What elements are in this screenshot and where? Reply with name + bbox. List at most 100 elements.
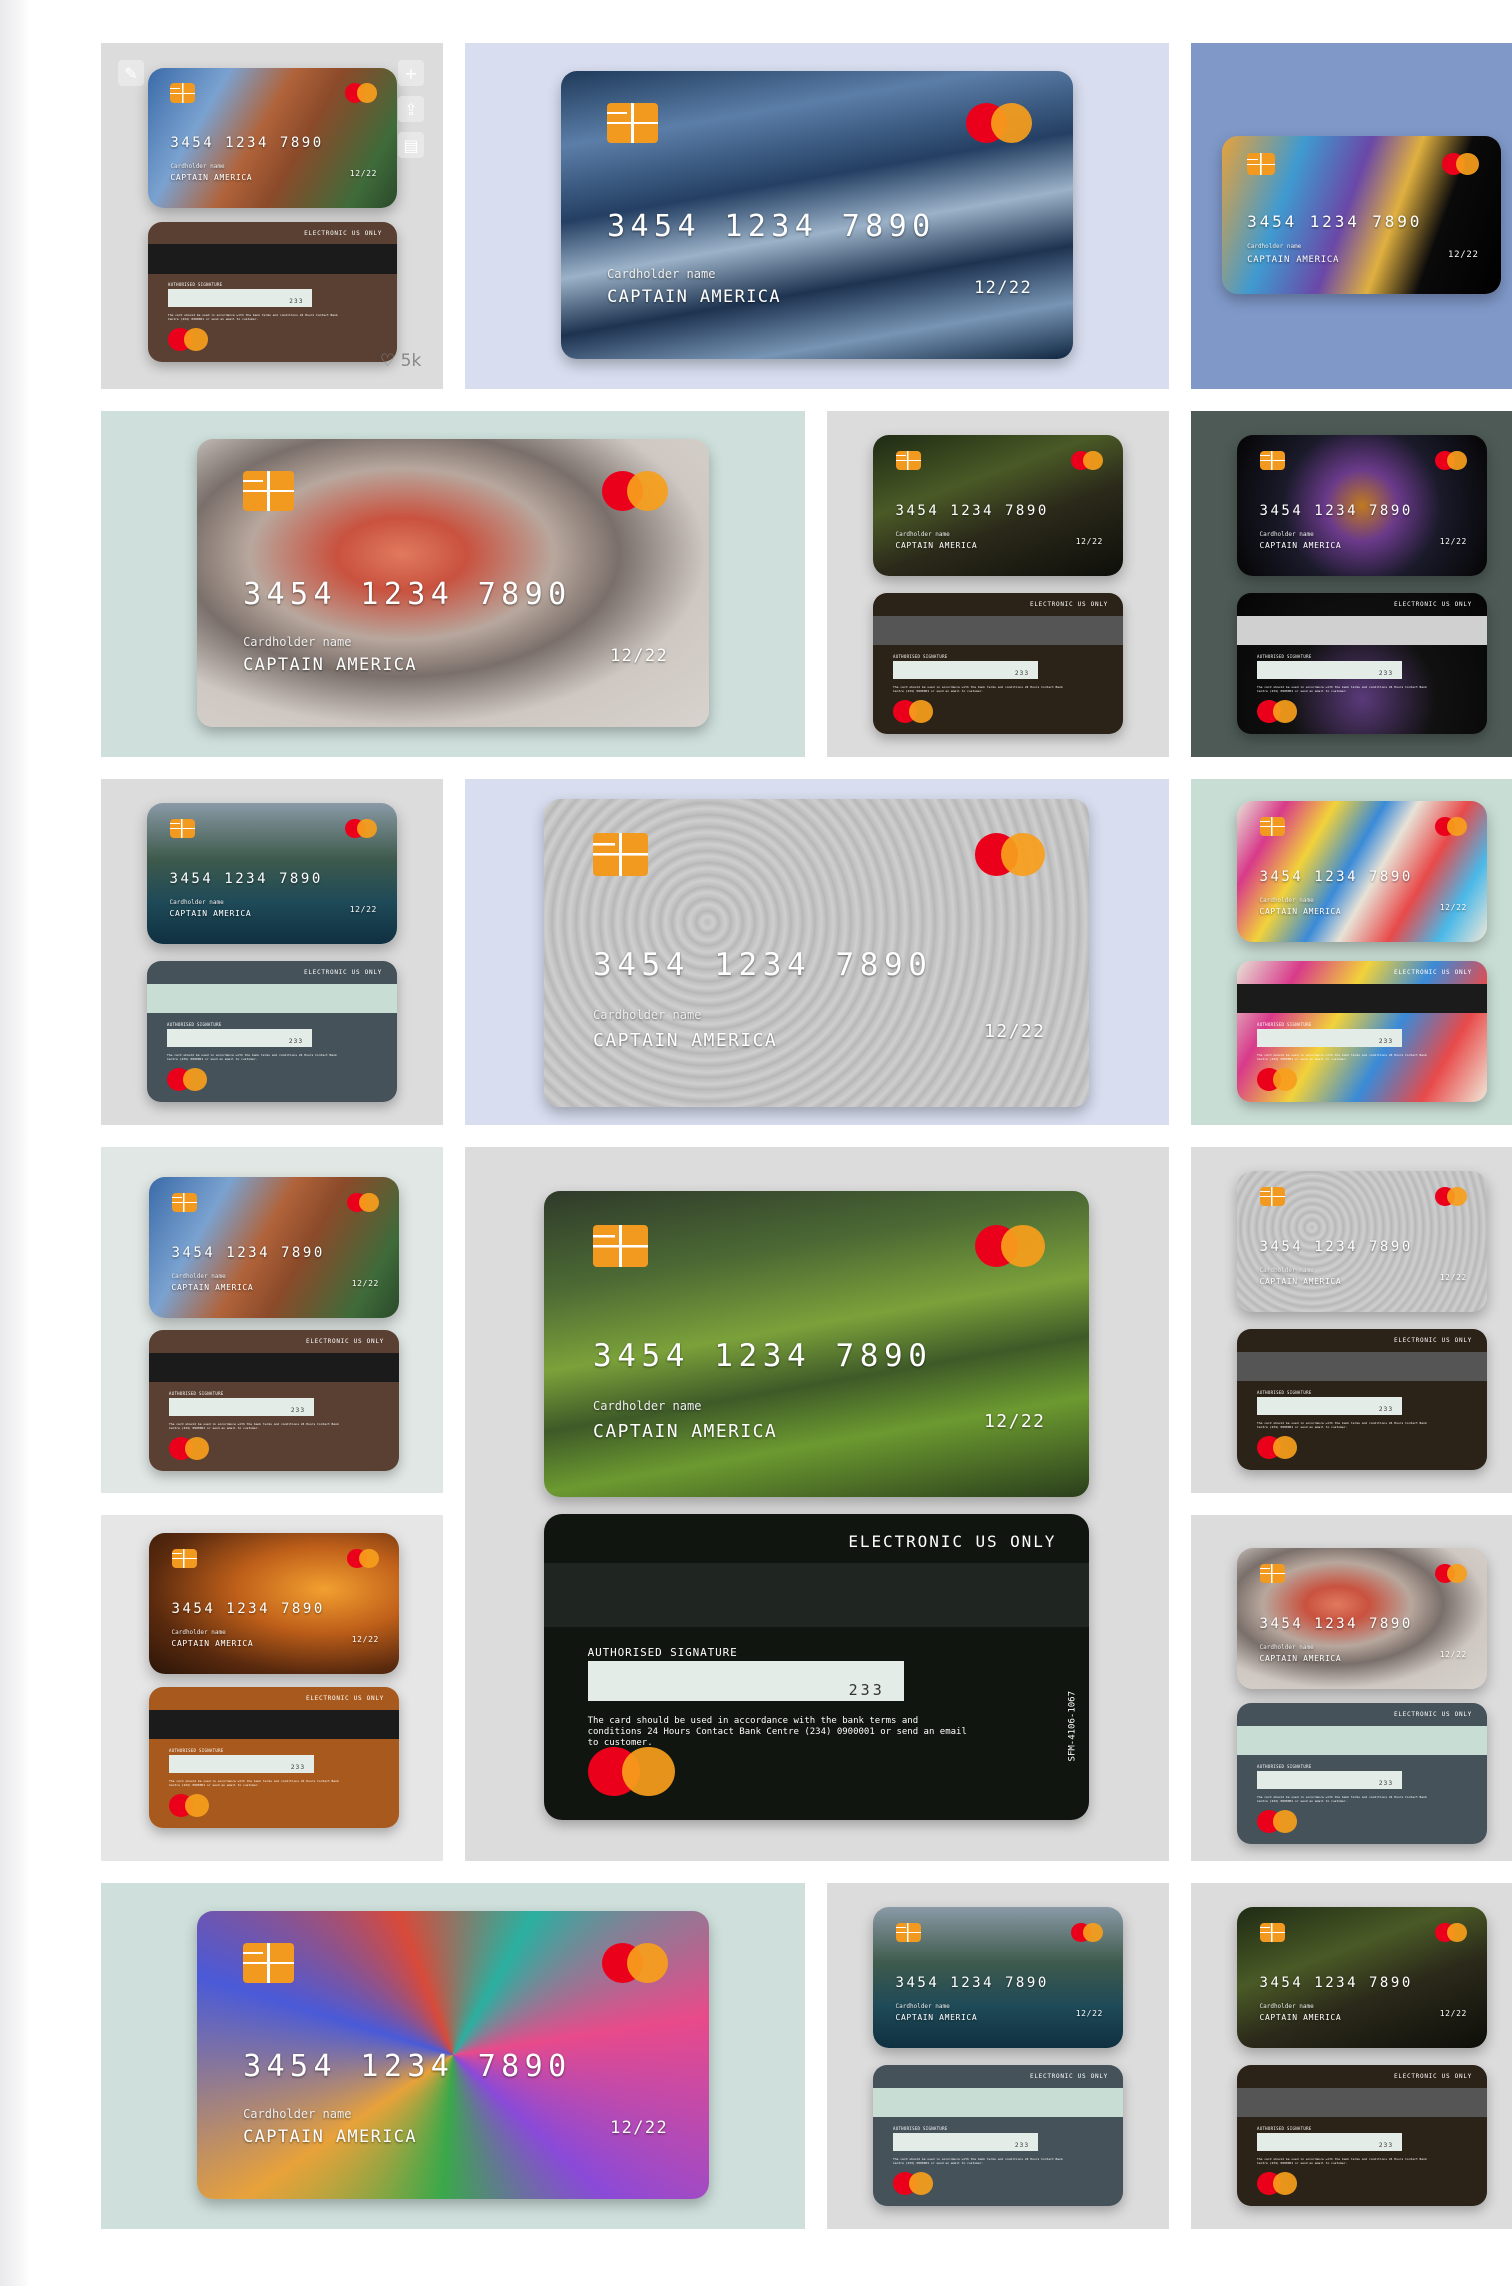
mastercard-logo-icon [1070,1922,1103,1943]
cardholder-name: CAPTAIN AMERICA [1259,1276,1342,1286]
card-front: 3454 1234 7890 Cardholder name CAPTAIN A… [544,1191,1089,1497]
gallery-tile-paint[interactable]: 3454 1234 7890 Cardholder name CAPTAIN A… [1191,779,1512,1125]
gallery-tile-canyon-2[interactable]: 3454 1234 7890 Cardholder name CAPTAIN A… [101,1147,443,1493]
chip-icon [243,470,295,511]
signature-label: AUTHORISED SIGNATURE [1257,2125,1312,2131]
cardholder-label: Cardholder name [243,634,352,649]
gallery-tile-green-hills[interactable]: 3454 1234 7890 Cardholder name CAPTAIN A… [465,1147,1169,1861]
mastercard-logo-icon [1434,816,1467,837]
card-terms: The card should be used in accordance wi… [167,1053,337,1061]
cardholder-name: CAPTAIN AMERICA [171,1282,254,1292]
card-back-header: ELECTRONIC US ONLY [306,1338,384,1346]
cardholder-label: Cardholder name [1247,243,1302,251]
card-back: ELECTRONIC US ONLY AUTHORISED SIGNATURE … [1237,961,1487,1102]
plus-icon[interactable]: + [398,60,424,86]
chip-icon [243,1942,295,1983]
gallery-tile-plaster-2[interactable]: 3454 1234 7890 Cardholder name CAPTAIN A… [1191,1147,1512,1493]
gallery-tile-ocean[interactable]: 3454 1234 7890 Cardholder name CAPTAIN A… [465,43,1169,389]
cardholder-label: Cardholder name [895,2002,950,2010]
comment-icon[interactable]: ▤ [398,132,424,158]
signature-strip: 233 [587,1660,904,1701]
expiry-date: 12/22 [1075,2008,1103,2018]
card-front: 3454 1234 7890 Cardholder name CAPTAIN A… [873,1907,1123,2048]
mastercard-logo-icon [893,700,933,723]
card-back: ELECTRONIC US ONLY AUTHORISED SIGNATURE … [1237,593,1487,734]
cardholder-label: Cardholder name [1259,530,1314,538]
card-number: 3454 1234 7890 [593,946,933,983]
cvv: 233 [1378,1779,1394,1787]
magnetic-stripe [873,615,1123,646]
expiry-date: 12/22 [610,2118,669,2139]
chip-icon [1259,1186,1285,1207]
card-number: 3454 1234 7890 [243,577,572,613]
cardholder-name: CAPTAIN AMERICA [593,1030,778,1051]
mastercard-logo-icon [1257,2172,1297,2195]
cardholder-label: Cardholder name [593,1399,702,1414]
gallery-tile-lake-boat-2[interactable]: 3454 1234 7890 Cardholder name CAPTAIN A… [827,1883,1169,2229]
gallery-tile-canyon[interactable]: 3454 1234 7890 Cardholder name CAPTAIN A… [101,43,443,389]
card-back: ELECTRONIC US ONLY AUTHORISED SIGNATURE … [1237,2065,1487,2206]
expiry-date: 12/22 [1439,536,1467,546]
gallery-tile-hand[interactable]: 3454 1234 7890 Cardholder name CAPTAIN A… [1191,411,1512,757]
card-front: 3454 1234 7890 Cardholder name CAPTAIN A… [544,799,1089,1107]
card-back: ELECTRONIC US ONLY AUTHORISED SIGNATURE … [1237,1703,1487,1844]
gallery-tile-sunset-field[interactable]: 3454 1234 7890 Cardholder name CAPTAIN A… [101,1515,443,1861]
signature-label: AUTHORISED SIGNATURE [167,282,223,288]
gallery-tile-lake-boat[interactable]: 3454 1234 7890 Cardholder name CAPTAIN A… [101,779,443,1125]
cvv: 233 [848,1680,885,1699]
cardholder-name: CAPTAIN AMERICA [1247,254,1340,265]
chip-icon [1259,1563,1285,1584]
card-back: ELECTRONIC US ONLY AUTHORISED SIGNATURE … [1237,1329,1487,1470]
gallery-tile-flowers[interactable]: 3454 1234 7890 Cardholder name CAPTAIN A… [101,411,805,757]
mastercard-logo-icon [344,83,378,103]
card-back-header: ELECTRONIC US ONLY [1394,969,1472,977]
card-back-header: ELECTRONIC US ONLY [1394,1337,1472,1345]
signature-label: AUTHORISED SIGNATURE [893,2125,948,2131]
signature-label: AUTHORISED SIGNATURE [169,1390,224,1396]
card-number: 3454 1234 7890 [593,1337,933,1374]
signature-strip: 233 [169,1754,314,1773]
signature-strip: 233 [1257,1770,1402,1789]
card-back-header: ELECTRONIC US ONLY [304,230,383,238]
card-terms: The card should be used in accordance wi… [167,313,338,322]
share-icon[interactable]: ⇪ [398,96,424,122]
card-front: 3454 1234 7890 Cardholder name CAPTAIN A… [149,1177,399,1318]
expiry-date: 12/22 [974,278,1033,299]
magnetic-stripe [873,2087,1123,2118]
card-back-header: ELECTRONIC US ONLY [1030,601,1108,609]
gallery-tile-graffiti[interactable]: 3454 1234 7890 Cardholder name CAPTAIN A… [101,1883,805,2229]
gallery-tile-flowers-2[interactable]: 3454 1234 7890 Cardholder name CAPTAIN A… [1191,1515,1512,1861]
cardholder-name: CAPTAIN AMERICA [1259,2012,1342,2022]
magnetic-stripe [147,983,397,1014]
chip-icon [607,102,659,143]
chip-icon [170,83,196,103]
card-back-header: ELECTRONIC US ONLY [1394,601,1472,609]
mastercard-logo-icon [601,1942,669,1983]
likes-value: 5k [400,351,422,371]
signature-strip: 233 [1257,1396,1402,1415]
pencil-icon[interactable]: ✎ [118,60,144,86]
cardholder-label: Cardholder name [593,1008,702,1023]
signature-strip: 233 [893,660,1038,679]
expiry-date: 12/22 [1447,249,1479,260]
cardholder-name: CAPTAIN AMERICA [171,1638,254,1648]
cardholder-label: Cardholder name [243,2106,352,2121]
signature-strip: 233 [1257,660,1402,679]
card-number: 3454 1234 7890 [1259,1615,1413,1632]
card-terms: The card should be used in accordance wi… [587,1715,967,1749]
gallery-tile-forest-path-2[interactable]: 3454 1234 7890 Cardholder name CAPTAIN A… [1191,1883,1512,2229]
card-back: ELECTRONIC US ONLY AUTHORISED SIGNATURE … [149,1687,399,1828]
card-front: 3454 1234 7890 Cardholder name CAPTAIN A… [873,435,1123,576]
gallery-tile-plaster[interactable]: 3454 1234 7890 Cardholder name CAPTAIN A… [465,779,1169,1125]
gallery-tile-bubble[interactable]: 3454 1234 7890 Cardholder name CAPTAIN A… [1191,43,1512,389]
card-back: ELECTRONIC US ONLY AUTHORISED SIGNATURE … [873,593,1123,734]
cvv: 233 [1014,2141,1030,2149]
expiry-date: 12/22 [349,168,378,178]
gallery-tile-forest-path[interactable]: 3454 1234 7890 Cardholder name CAPTAIN A… [827,411,1169,757]
card-terms: The card should be used in accordance wi… [1257,1053,1427,1061]
mastercard-logo-icon [346,1192,379,1213]
cardholder-label: Cardholder name [171,1272,226,1280]
chip-icon [171,1192,197,1213]
signature-strip: 233 [1257,1028,1402,1047]
card-back-header: ELECTRONIC US ONLY [1394,2073,1472,2081]
